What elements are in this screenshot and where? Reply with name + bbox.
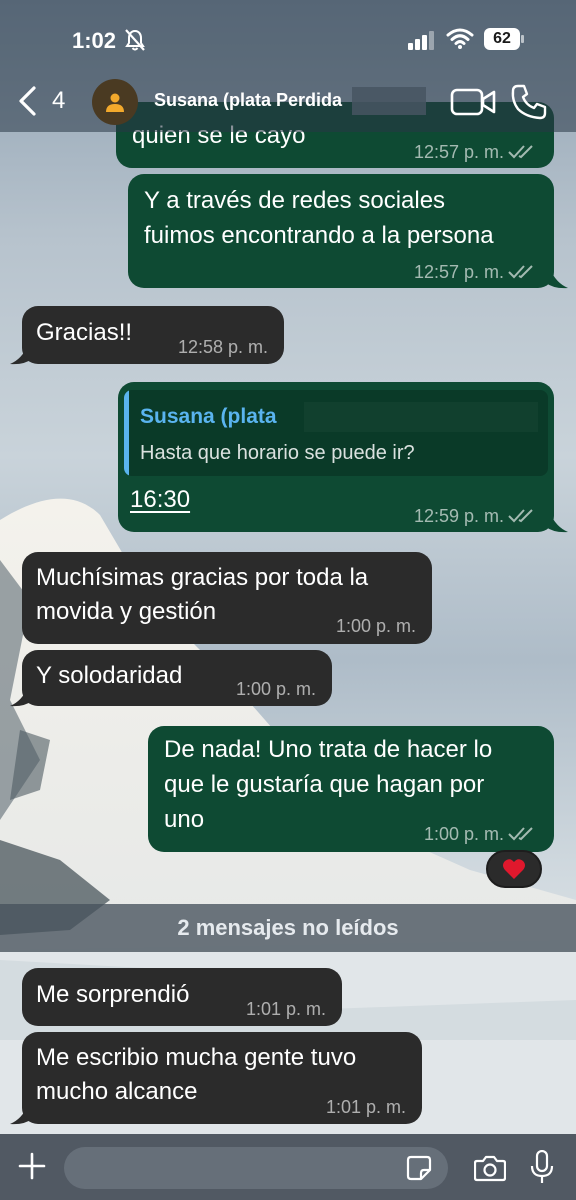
video-call-icon[interactable] [450,86,496,118]
heart-icon [503,859,525,879]
back-button[interactable]: 4 [16,84,65,118]
message-bubble-incoming[interactable]: Gracias!! 12:58 p. m. [22,306,284,364]
message-text-line: Me escribio mucha gente tuvo [36,1044,357,1071]
message-text-line: Muchísimas gracias por toda la [36,564,369,591]
message-time: 1:00 p. m. [335,616,416,636]
message-time: 12:57 p. m. [414,142,538,162]
message-time: 1:01 p. m. [325,1097,406,1117]
message-time: 1:01 p. m. [245,999,326,1019]
phone-call-icon[interactable] [510,83,548,121]
wifi-icon [446,28,474,49]
message-text-line: fuimos encontrando a la persona [144,222,494,249]
bell-muted-icon [125,29,145,51]
chat-header: 1:02 62 4 Susana (plata Perdida [0,0,576,132]
redacted-area [352,87,426,115]
message-bubble-outgoing[interactable]: De nada! Uno trata de hacer lo que le gu… [148,726,554,852]
composer-bar [0,1134,576,1200]
battery-level: 62 [484,28,520,50]
message-text-line: movida y gestión [36,598,217,625]
status-time: 1:02 [72,28,117,53]
redacted-area [304,402,538,432]
camera-icon[interactable] [474,1154,506,1182]
message-text-line: mucho alcance [36,1078,198,1105]
message-text-line: De nada! Uno trata de hacer lo [164,736,493,763]
message-input[interactable] [64,1147,448,1189]
message-text-line: uno [164,806,205,833]
contact-name[interactable]: Susana (plata Perdida [154,90,342,111]
message-bubble-outgoing[interactable]: Y a través de redes sociales fuimos enco… [128,174,554,288]
message-time: 12:57 p. m. [414,262,538,282]
message-text-line: Y a través de redes sociales [144,187,446,214]
message-time: 1:00 p. m. [424,824,538,844]
message-text: Gracias!! [36,319,133,346]
message-bubble-incoming[interactable]: Y solodaridad 1:00 p. m. [22,650,332,706]
message-text-line: que le gustaría que hagan por [164,771,485,798]
unread-chats-count: 4 [52,87,66,114]
read-ticks-icon [508,509,533,523]
battery-indicator: 62 [484,28,524,50]
read-ticks-icon [508,827,533,841]
quote-accent-bar [124,390,129,476]
message-text: Me sorprendió [36,981,190,1008]
unread-messages-divider: 2 mensajes no leídos [0,904,576,952]
quoted-message[interactable]: Susana (plata Hasta que horario se puede… [124,390,548,476]
read-ticks-icon [508,265,533,279]
message-time: 12:59 p. m. [414,506,538,526]
microphone-icon[interactable] [530,1150,554,1184]
message-bubble-incoming[interactable]: Me escribio mucha gente tuvo mucho alcan… [22,1032,422,1124]
message-text: Y solodaridad [36,662,183,689]
quoted-text: Hasta que horario se puede ir? [140,442,415,464]
signal-icon [408,31,434,50]
chevron-left-icon [19,86,36,116]
message-bubble-incoming[interactable]: Muchísimas gracias por toda la movida y … [22,552,432,644]
quoted-sender: Susana (plata [140,405,277,428]
avatar[interactable] [92,79,138,125]
sticker-icon[interactable] [406,1155,432,1181]
battery-tip [521,35,524,43]
reaction-badge[interactable] [486,850,542,888]
message-time: 1:00 p. m. [235,679,316,699]
read-ticks-icon [508,145,533,159]
message-time: 12:58 p. m. [177,337,268,357]
message-bubble-incoming[interactable]: Me sorprendió 1:01 p. m. [22,968,342,1026]
person-icon [106,93,124,112]
plus-icon[interactable] [18,1152,46,1180]
message-bubble-outgoing-reply[interactable]: Susana (plata Hasta que horario se puede… [118,382,554,532]
time-link[interactable]: 16:30 [130,484,190,516]
